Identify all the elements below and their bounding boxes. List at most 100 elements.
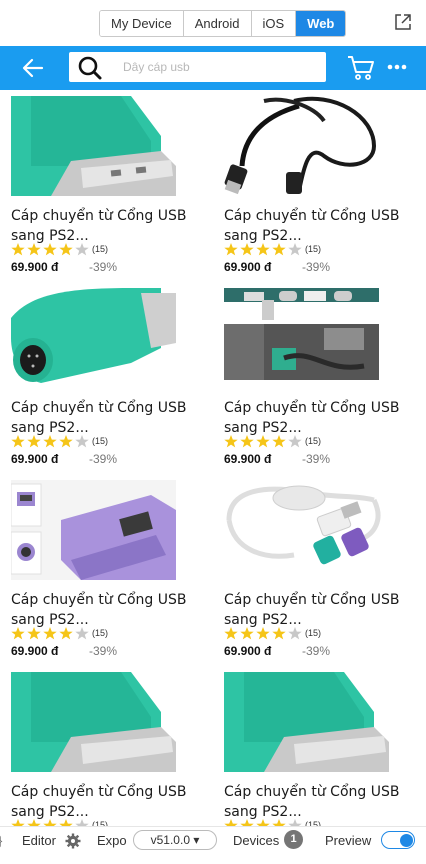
star-filled-icon bbox=[43, 434, 57, 447]
review-count: (15) bbox=[92, 628, 109, 638]
product-image-green-adapter-port bbox=[11, 288, 176, 388]
rating-stars: (15) bbox=[224, 434, 321, 448]
star-filled-icon bbox=[256, 626, 270, 639]
product-discount: -39% bbox=[89, 452, 118, 466]
star-filled-icon bbox=[59, 626, 73, 639]
product-discount: -39% bbox=[89, 644, 118, 658]
star-filled-icon bbox=[27, 434, 41, 447]
star-filled-icon bbox=[256, 242, 270, 255]
devices-count-badge: 1 bbox=[284, 830, 303, 849]
rating-stars: (15) bbox=[11, 242, 108, 256]
editor-button[interactable]: Editor bbox=[22, 833, 56, 848]
device-switcher-bar: My Device Android iOS Web bbox=[0, 0, 426, 46]
search-placeholder: Dây cáp usb bbox=[123, 60, 190, 74]
product-card[interactable]: Cáp chuyển từ Cổng USB sang PS2... (15) … bbox=[224, 480, 424, 672]
search-icon bbox=[78, 56, 102, 80]
product-discount: -39% bbox=[302, 452, 331, 466]
product-name: Cáp chuyển từ Cổng USB sang PS2... bbox=[224, 400, 400, 436]
star-filled-icon bbox=[256, 434, 270, 447]
gear-icon[interactable] bbox=[65, 833, 81, 849]
brace-icon: } bbox=[0, 833, 2, 848]
product-name: Cáp chuyển từ Cổng USB sang PS2... bbox=[224, 784, 400, 820]
star-empty-icon bbox=[75, 434, 89, 447]
review-count: (15) bbox=[305, 436, 322, 446]
product-price: 69.900 đ bbox=[224, 452, 272, 466]
star-empty-icon bbox=[288, 242, 302, 255]
star-empty-icon bbox=[75, 242, 89, 255]
cart-icon[interactable] bbox=[347, 55, 375, 81]
product-name: Cáp chuyển từ Cổng USB sang PS2... bbox=[11, 400, 187, 436]
star-filled-icon bbox=[240, 242, 254, 255]
ios-tab[interactable]: iOS bbox=[251, 11, 297, 36]
review-count: (15) bbox=[305, 628, 322, 638]
bottom-toolbar: } Editor Expo v51.0.0 ▾ Devices 1 Previe… bbox=[0, 826, 426, 851]
product-discount: -39% bbox=[302, 260, 331, 274]
star-filled-icon bbox=[59, 242, 73, 255]
rating-stars: (15) bbox=[11, 626, 108, 640]
star-filled-icon bbox=[224, 626, 238, 639]
star-filled-icon bbox=[272, 434, 286, 447]
toggle-knob bbox=[400, 834, 413, 847]
star-filled-icon bbox=[27, 242, 41, 255]
product-price: 69.900 đ bbox=[11, 452, 59, 466]
product-card[interactable]: Cáp chuyển từ Cổng USB sang PS2... (15) … bbox=[224, 288, 424, 480]
product-price: 69.900 đ bbox=[11, 260, 59, 274]
product-image-green-adapter bbox=[11, 96, 176, 196]
android-tab[interactable]: Android bbox=[183, 11, 252, 36]
product-name: Cáp chuyển từ Cổng USB sang PS2... bbox=[224, 208, 400, 244]
product-image-adapter-in-use bbox=[224, 288, 389, 388]
product-image-black-cable bbox=[224, 96, 389, 196]
star-filled-icon bbox=[240, 434, 254, 447]
product-card[interactable]: Cáp chuyển từ Cổng USB sang PS2... (15) … bbox=[11, 96, 211, 288]
back-arrow-icon[interactable] bbox=[20, 55, 46, 81]
product-name: Cáp chuyển từ Cổng USB sang PS2... bbox=[224, 592, 400, 628]
preview-label: Preview bbox=[325, 833, 372, 848]
product-card[interactable]: Cáp chuyển từ Cổng USB sang PS2... (15) … bbox=[224, 96, 424, 288]
star-filled-icon bbox=[59, 434, 73, 447]
devices-button[interactable]: Devices bbox=[233, 833, 279, 848]
rating-stars: (15) bbox=[11, 434, 108, 448]
product-price: 69.900 đ bbox=[11, 644, 59, 658]
star-filled-icon bbox=[240, 626, 254, 639]
star-filled-icon bbox=[11, 626, 25, 639]
star-empty-icon bbox=[288, 434, 302, 447]
star-filled-icon bbox=[43, 242, 57, 255]
search-input[interactable]: Dây cáp usb bbox=[69, 52, 326, 82]
product-name: Cáp chuyển từ Cổng USB sang PS2... bbox=[11, 592, 187, 628]
star-filled-icon bbox=[272, 242, 286, 255]
preview-toggle[interactable] bbox=[381, 831, 415, 849]
rating-stars: (15) bbox=[224, 626, 321, 640]
app-header: Dây cáp usb bbox=[0, 46, 426, 90]
star-filled-icon bbox=[11, 434, 25, 447]
platform-segmented-control: My Device Android iOS Web bbox=[99, 10, 347, 37]
product-image-purple-adapter bbox=[11, 480, 176, 580]
product-price: 69.900 đ bbox=[224, 644, 272, 658]
star-filled-icon bbox=[27, 626, 41, 639]
product-image-green-adapter bbox=[11, 672, 176, 772]
product-name: Cáp chuyển từ Cổng USB sang PS2... bbox=[11, 208, 187, 244]
star-filled-icon bbox=[272, 626, 286, 639]
my-device-tab[interactable]: My Device bbox=[100, 11, 184, 36]
star-empty-icon bbox=[288, 626, 302, 639]
product-card[interactable]: Cáp chuyển từ Cổng USB sang PS2... (15) … bbox=[11, 288, 211, 480]
web-tab[interactable]: Web bbox=[296, 11, 346, 36]
product-name: Cáp chuyển từ Cổng USB sang PS2... bbox=[11, 784, 187, 820]
star-filled-icon bbox=[224, 242, 238, 255]
product-price: 69.900 đ bbox=[224, 260, 272, 274]
product-discount: -39% bbox=[89, 260, 118, 274]
version-select[interactable]: v51.0.0 ▾ bbox=[133, 830, 217, 850]
review-count: (15) bbox=[92, 436, 109, 446]
star-filled-icon bbox=[224, 434, 238, 447]
product-image-white-splitter-cable bbox=[224, 480, 389, 580]
rating-stars: (15) bbox=[224, 242, 321, 256]
review-count: (15) bbox=[305, 244, 322, 254]
star-filled-icon bbox=[11, 242, 25, 255]
product-card[interactable]: Cáp chuyển từ Cổng USB sang PS2... (15) … bbox=[11, 480, 211, 672]
review-count: (15) bbox=[92, 244, 109, 254]
product-image-green-adapter bbox=[224, 672, 389, 772]
expo-label: Expo bbox=[97, 833, 127, 848]
product-discount: -39% bbox=[302, 644, 331, 658]
open-external-icon[interactable] bbox=[394, 13, 412, 31]
star-filled-icon bbox=[43, 626, 57, 639]
more-options-icon[interactable] bbox=[386, 56, 408, 78]
